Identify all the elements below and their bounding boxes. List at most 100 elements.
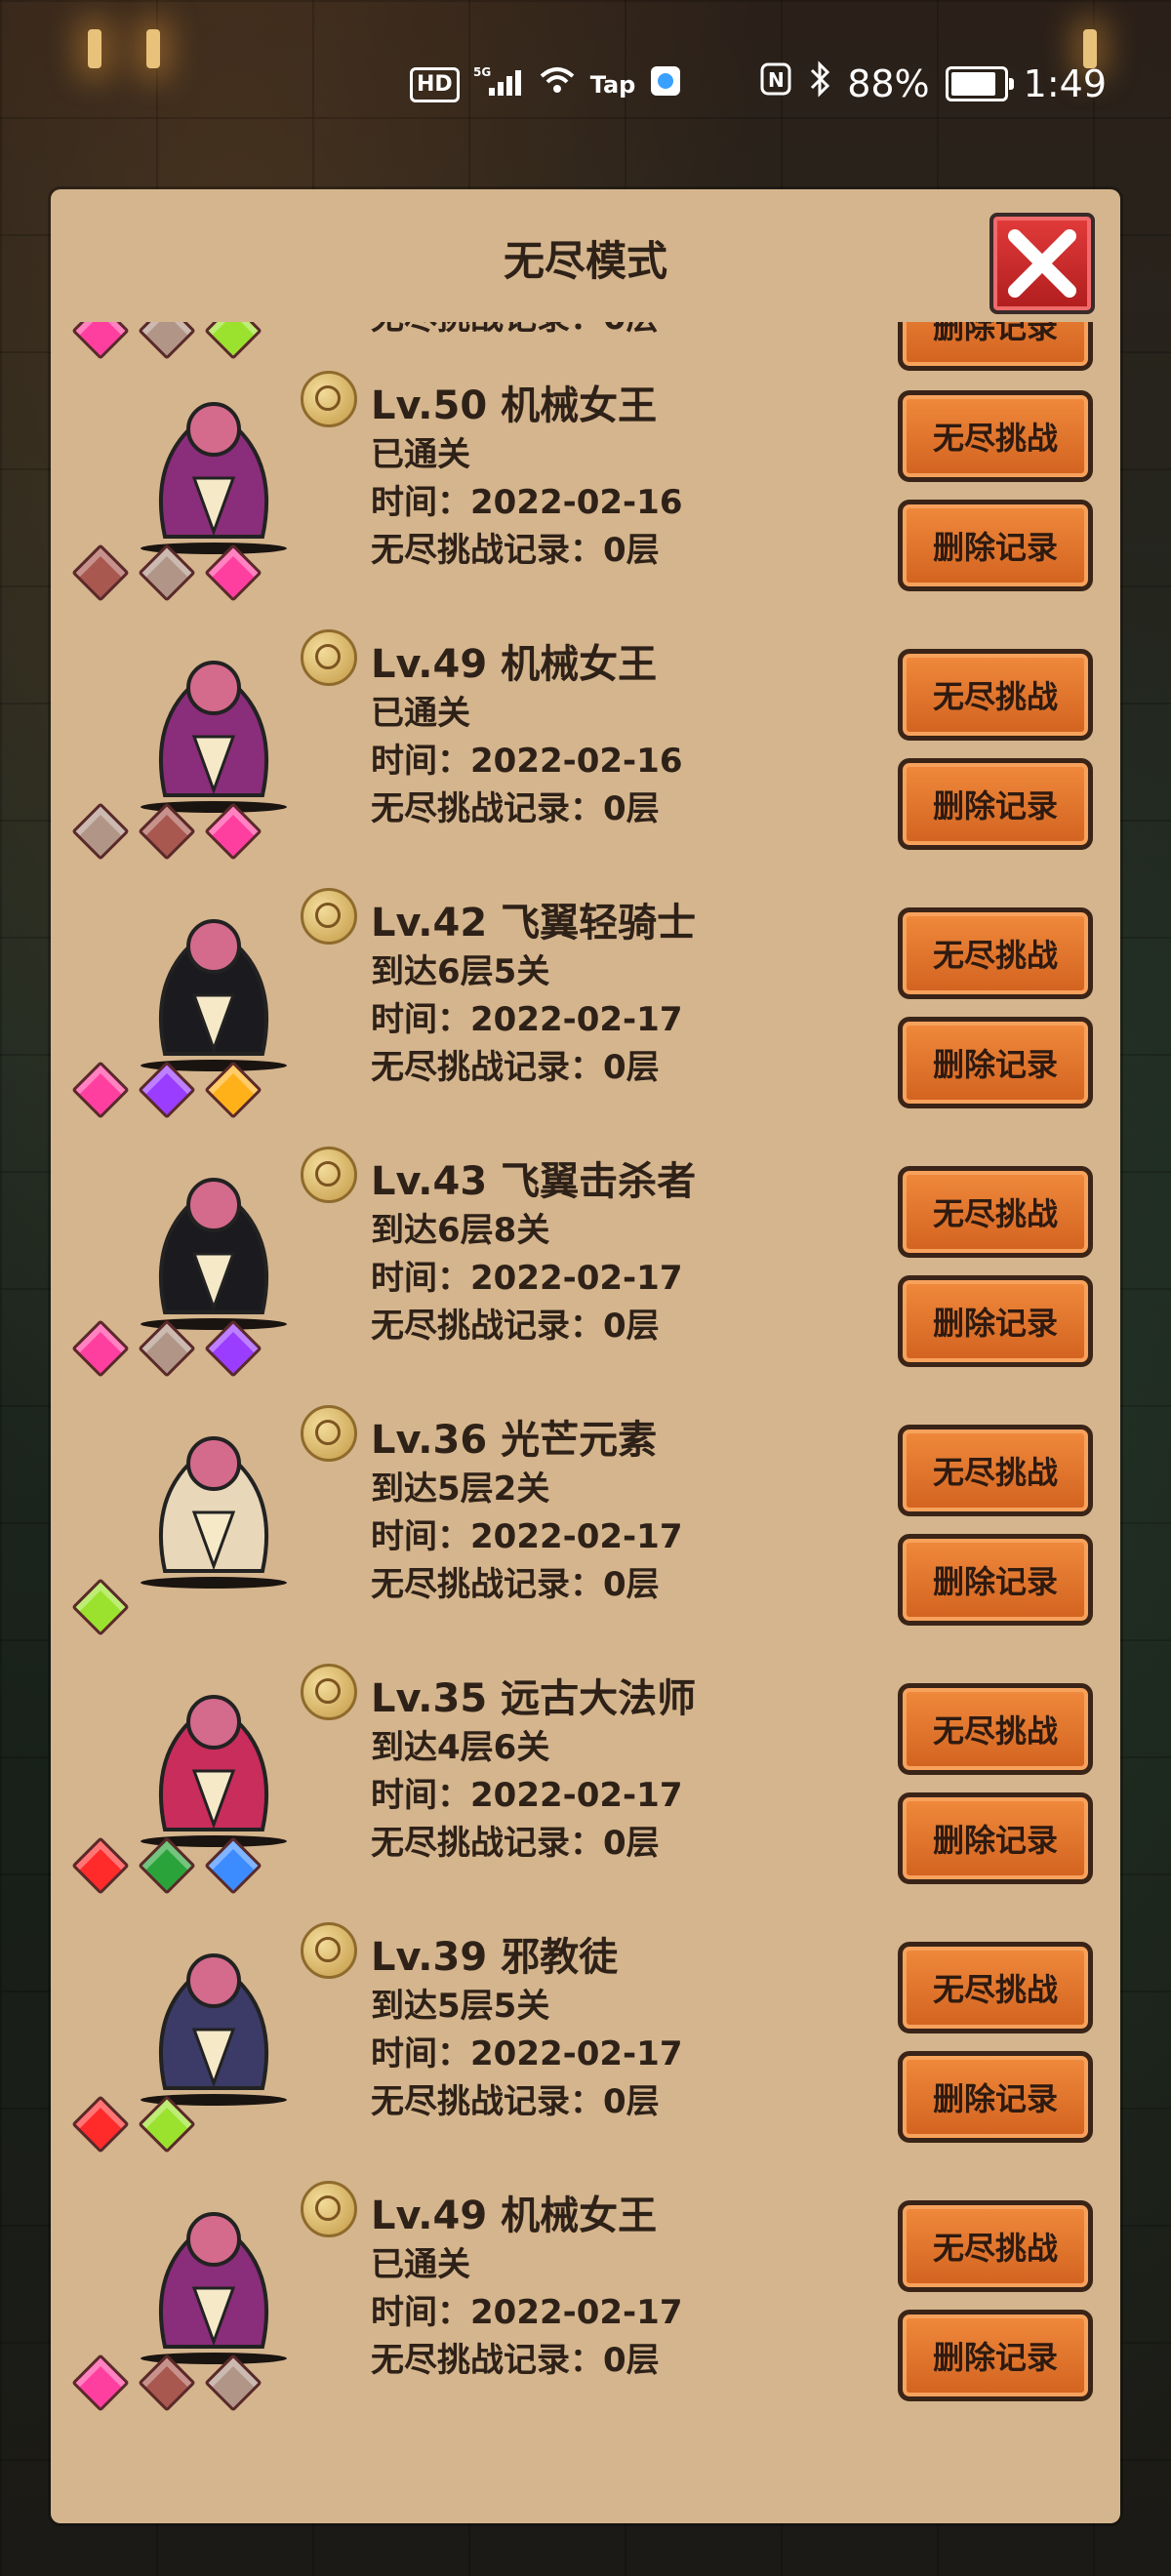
entry-time: 时间：2022-02-17 — [371, 1259, 683, 1298]
delete-record-button[interactable]: 删除记录 — [898, 2310, 1093, 2401]
entry-info: Lv.42 飞翼轻骑士 到达6层5关 时间：2022-02-17 无尽挑战记录：0层 — [371, 898, 696, 1092]
delete-record-button[interactable]: 删除记录 — [898, 1534, 1093, 1626]
entry-time: 时间：2022-02-16 — [371, 483, 683, 522]
monster-avatar — [111, 878, 316, 1083]
entry-status: 已通关 — [371, 694, 470, 733]
gem-icon — [138, 2095, 196, 2153]
magnifier-icon[interactable] — [301, 371, 357, 427]
entry-title: Lv.42 飞翼轻骑士 — [371, 901, 697, 946]
entry-record: 无尽挑战记录：0层 — [371, 531, 660, 570]
gem-row — [71, 1578, 130, 1636]
endless-challenge-button[interactable]: 无尽挑战 — [898, 1425, 1093, 1516]
gem-icon — [204, 2354, 262, 2412]
svg-text:N: N — [768, 68, 785, 92]
battery-icon — [945, 65, 1014, 101]
entry-title: Lv.50 机械女王 — [371, 383, 658, 428]
list-item: Lv.39 邪教徒到达5层5关时间：2022-02-17 无尽挑战记录：0层 无尽挑… — [51, 1912, 1120, 2170]
delete-record-button[interactable]: 删除记录 — [898, 1275, 1093, 1367]
gem-row — [71, 1319, 262, 1378]
gem-icon — [138, 2354, 196, 2412]
entry-status: 到达5层5关 — [371, 1987, 550, 2026]
gem-icon — [71, 322, 130, 360]
entry-info: Lv.35 远古大法师 到达4层6关 时间：2022-02-17 无尽挑战记录：0层 — [371, 1673, 696, 1868]
entry-record: 无尽挑战记录：0层 — [371, 2082, 660, 2121]
magnifier-icon[interactable] — [301, 1922, 357, 1979]
endless-challenge-button[interactable]: 无尽挑战 — [898, 649, 1093, 741]
magnifier-icon[interactable] — [301, 1405, 357, 1462]
gem-icon — [204, 543, 262, 602]
app-icon — [649, 64, 682, 105]
nfc-icon: N — [759, 61, 792, 105]
entry-status: 已通关 — [371, 435, 470, 474]
entry-record: 无尽挑战记录：0层 — [371, 1824, 660, 1863]
status-left-icons: HD 5G Tap — [410, 64, 682, 105]
delete-record-button[interactable]: 删除记录 — [898, 1792, 1093, 1884]
entry-time: 时间：2022-02-17 — [371, 1776, 683, 1815]
entry-time: 时间：2022-02-17 — [371, 1000, 683, 1039]
list-item: Lv.35 远古大法师 到达4层6关 时间：2022-02-17 无尽挑战记录：0层 无… — [51, 1654, 1120, 1912]
delete-record-button[interactable]: 删除记录 — [898, 500, 1093, 591]
delete-record-button[interactable]: 删除记录 — [898, 2051, 1093, 2143]
gem-row — [71, 2354, 262, 2412]
magnifier-icon[interactable] — [301, 2181, 357, 2237]
endless-challenge-button[interactable]: 无尽挑战 — [898, 907, 1093, 999]
delete-record-button[interactable]: 删除记录 — [898, 758, 1093, 850]
gem-icon — [204, 322, 262, 360]
entry-info: Lv.39 邪教徒到达5层5关时间：2022-02-17 无尽挑战记录：0层 — [371, 1932, 682, 2126]
record-list[interactable]: 无尽挑战记录：0层 删除记录 Lv.50 机械女王已通关时间：2022-02-1… — [51, 322, 1120, 2523]
endless-challenge-button[interactable]: 无尽挑战 — [898, 1683, 1093, 1775]
gem-row — [71, 802, 262, 861]
monster-avatar — [111, 1654, 316, 1859]
gem-icon — [204, 802, 262, 861]
list-item: Lv.42 飞翼轻骑士 到达6层5关 时间：2022-02-17 无尽挑战记录：0层 无… — [51, 878, 1120, 1136]
entry-title: Lv.49 机械女王 — [371, 642, 658, 687]
entry-record: 无尽挑战记录：0层 — [371, 2341, 660, 2380]
battery-fill — [950, 71, 996, 96]
entry-record: 无尽挑战记录：0层 — [371, 789, 660, 828]
partial-gems — [71, 322, 262, 360]
monster-avatar — [111, 1395, 316, 1600]
gem-icon — [138, 1061, 196, 1119]
endless-mode-panel: 无尽模式 无尽挑战记录：0层 删除记录 Lv.50 机械女王已通关时间：2022… — [51, 189, 1120, 2523]
entry-title: Lv.43 飞翼击杀者 — [371, 1159, 697, 1204]
entry-title: Lv.39 邪教徒 — [371, 1935, 619, 1980]
close-icon — [1008, 229, 1076, 298]
magnifier-icon[interactable] — [301, 1664, 357, 1720]
gem-icon — [204, 1319, 262, 1378]
magnifier-icon[interactable] — [301, 888, 357, 945]
partial-record-text: 无尽挑战记录：0层 — [371, 322, 660, 342]
gem-icon — [71, 1061, 130, 1119]
list-item: Lv.43 飞翼击杀者 到达6层8关 时间：2022-02-17 无尽挑战记录：0层 无… — [51, 1137, 1120, 1394]
entry-info: Lv.43 飞翼击杀者 到达6层8关 时间：2022-02-17 无尽挑战记录：0层 — [371, 1156, 696, 1350]
delete-record-button[interactable]: 删除记录 — [898, 1017, 1093, 1108]
monster-avatar — [111, 1912, 316, 2117]
entry-status: 到达6层8关 — [371, 1211, 550, 1250]
entry-record: 无尽挑战记录：0层 — [371, 1565, 660, 1604]
endless-challenge-button[interactable]: 无尽挑战 — [898, 1166, 1093, 1258]
gem-icon — [138, 322, 196, 360]
gem-icon — [138, 1836, 196, 1895]
5g-signal-icon: 5G — [473, 64, 524, 105]
magnifier-icon[interactable] — [301, 1147, 357, 1203]
gem-icon — [71, 1578, 130, 1636]
magnifier-icon[interactable] — [301, 629, 357, 686]
tap-icon: Tap — [589, 71, 636, 99]
close-button[interactable] — [989, 213, 1095, 314]
battery-percent: 88% — [847, 61, 930, 105]
endless-challenge-button[interactable]: 无尽挑战 — [898, 2200, 1093, 2292]
entry-status: 到达5层2关 — [371, 1469, 550, 1509]
status-bar: HD 5G Tap N 88% 1:49 — [0, 0, 1171, 166]
endless-challenge-button[interactable]: 无尽挑战 — [898, 1942, 1093, 2033]
entry-info: Lv.50 机械女王已通关时间：2022-02-16 无尽挑战记录：0层 — [371, 381, 682, 575]
hd-icon: HD — [410, 67, 460, 102]
monster-avatar — [111, 361, 316, 566]
gem-row — [71, 1836, 262, 1895]
gem-icon — [71, 543, 130, 602]
endless-challenge-button[interactable]: 无尽挑战 — [898, 390, 1093, 482]
entry-status: 到达4层6关 — [371, 1728, 550, 1767]
monster-avatar — [111, 620, 316, 825]
entry-status: 到达6层5关 — [371, 952, 550, 991]
entry-time: 时间：2022-02-17 — [371, 2034, 683, 2073]
bluetooth-icon — [808, 60, 831, 106]
entry-title: Lv.49 机械女王 — [371, 2194, 658, 2238]
